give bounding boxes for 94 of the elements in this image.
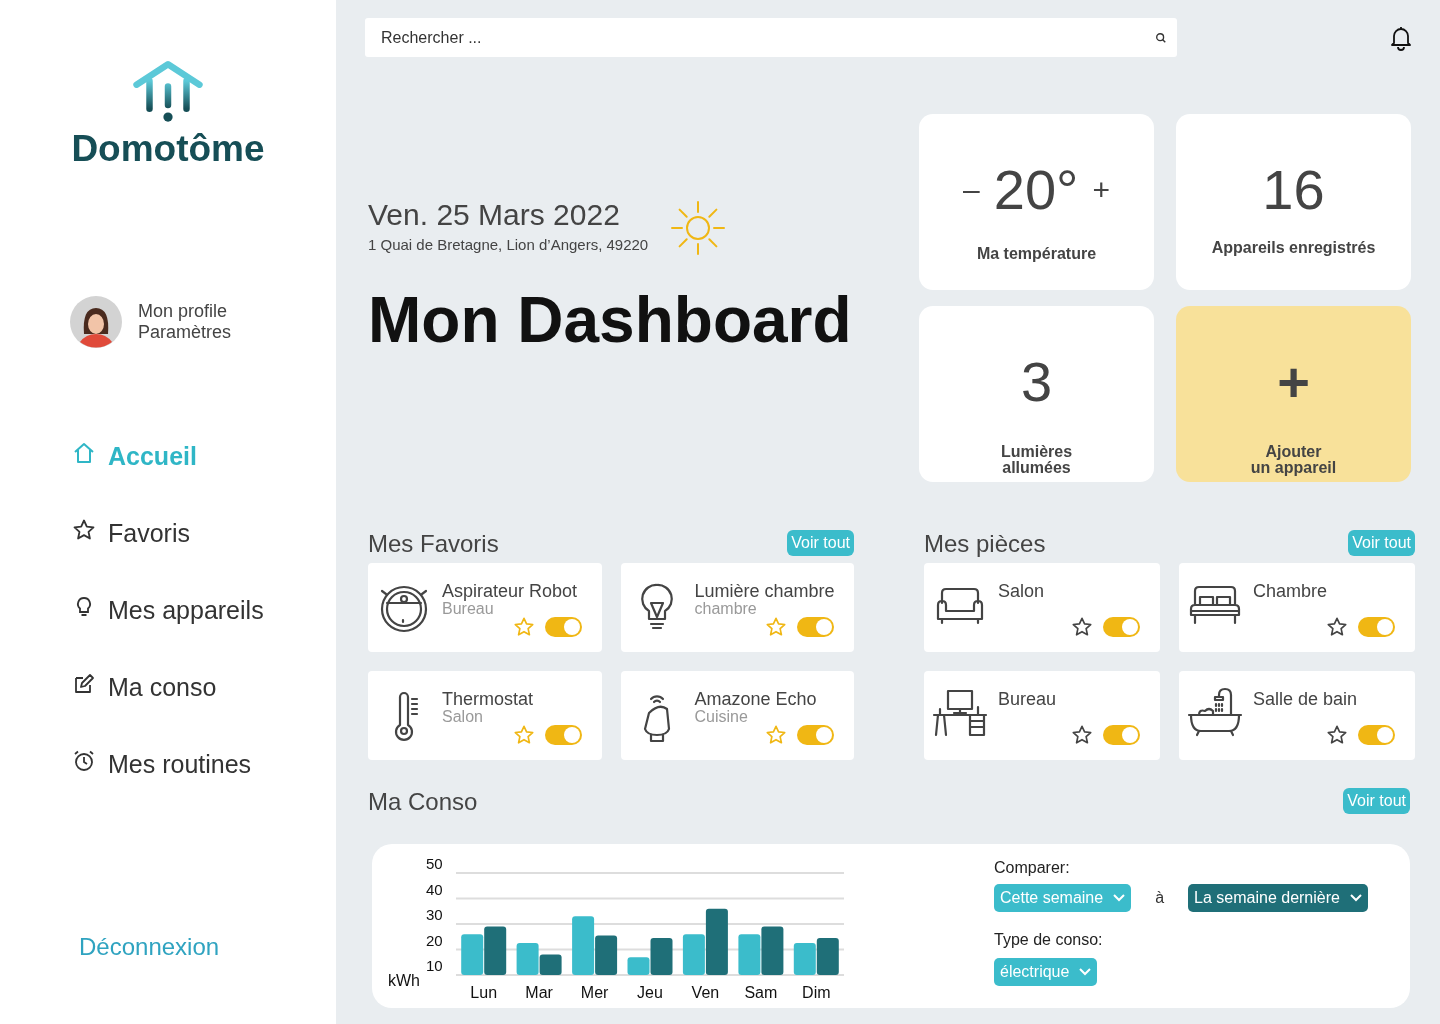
chevron-down-icon <box>1349 894 1362 902</box>
edit-icon <box>72 672 96 696</box>
avatar-icon <box>70 296 122 348</box>
axis-unit-label: kWh <box>388 972 420 989</box>
device-name: Lumière chambre <box>694 581 835 601</box>
section-title: Mes pièces <box>924 532 1046 556</box>
axis-category-label: Mar <box>525 984 553 1001</box>
room-card[interactable]: Bureau <box>924 671 1160 760</box>
star-icon[interactable] <box>1326 616 1348 638</box>
page-title: Mon Dashboard <box>368 288 853 352</box>
axis-category-label: Sam <box>744 984 778 1001</box>
plus-sign: + <box>1277 350 1310 414</box>
axis-tick-label: 40 <box>426 880 443 898</box>
stat-label: Ajouter un appareil <box>1250 444 1337 476</box>
chevron-down-icon <box>1113 894 1126 902</box>
nav-item[interactable]: Ma conso <box>72 669 336 746</box>
axis-category-label: Dim <box>802 984 831 1001</box>
nav-item[interactable]: Mes routines <box>72 746 336 823</box>
device-card[interactable]: Amazone Echo Cuisine <box>620 671 854 760</box>
axis-tick-label: 20 <box>426 931 443 949</box>
add-device-card[interactable]: + Ajouter un appareil <box>1176 306 1411 482</box>
room-card[interactable]: Salle de bain <box>1179 671 1415 760</box>
star-icon <box>72 518 96 542</box>
room-name: Salle de bain <box>1253 689 1358 709</box>
axis-category-label: Jeu <box>637 984 663 1001</box>
section-title: Ma Conso <box>368 790 478 814</box>
room-card[interactable]: Chambre <box>1179 563 1415 652</box>
increase-button[interactable]: + <box>1092 175 1110 205</box>
stat-value: 3 <box>1020 350 1053 414</box>
nav-item[interactable]: Favoris <box>72 515 336 592</box>
device-card[interactable]: Thermostat Salon <box>368 671 602 760</box>
room-name: chambre <box>694 601 758 617</box>
profile-link[interactable]: Mon profile <box>138 301 232 322</box>
decrease-button[interactable]: – <box>963 175 980 205</box>
device-card[interactable]: Aspirateur Robot Bureau <box>368 563 602 652</box>
device-card[interactable]: Lumière chambre chambre <box>620 563 854 652</box>
address-text: 1 Quai de Bretagne, Lion d’Angers, 49220 <box>368 234 649 255</box>
star-icon[interactable] <box>1326 724 1348 746</box>
device-name: Thermostat <box>442 689 534 709</box>
stat-label: Lumières allumées <box>1000 444 1073 476</box>
logo-text: Domotôme <box>71 130 265 167</box>
field-label: Type de conso: <box>994 930 1104 950</box>
home-icon <box>72 441 96 465</box>
room-name: Cuisine <box>694 709 749 725</box>
field-label: Comparer: <box>994 858 1071 878</box>
section-title: Mes Favoris <box>368 532 499 556</box>
star-icon[interactable] <box>1071 724 1093 746</box>
stat-value: 16 <box>1262 158 1325 222</box>
star-icon[interactable] <box>512 616 535 638</box>
toggle-switch[interactable] <box>544 725 582 745</box>
stat-label: Appareils enregistrés <box>1211 240 1376 256</box>
bar <box>738 934 761 975</box>
toggle-switch[interactable] <box>1358 617 1395 637</box>
bar <box>761 926 784 975</box>
toggle-switch[interactable] <box>544 617 582 637</box>
axis-tick-label: 10 <box>426 957 443 974</box>
bell-icon <box>1388 24 1414 51</box>
star-icon[interactable] <box>512 724 535 746</box>
star-icon[interactable] <box>765 616 787 638</box>
temperature-value: 20° <box>993 158 1079 222</box>
alarm-clock-icon <box>72 749 96 773</box>
bar <box>793 943 816 975</box>
room-name: Salon <box>442 709 484 725</box>
search-field[interactable]: Rechercher ... <box>365 18 1177 57</box>
toggle-switch[interactable] <box>1103 725 1140 745</box>
nav-item[interactable]: Mes appareils <box>72 592 336 669</box>
chevron-down-icon <box>1079 968 1092 976</box>
stat-label: Ma température <box>976 246 1097 262</box>
bar <box>816 938 839 975</box>
axis-category-label: Lun <box>470 984 498 1001</box>
bar <box>484 926 507 975</box>
bar <box>461 934 484 975</box>
axis-tick-label: 50 <box>426 855 443 872</box>
settings-link[interactable]: Paramètres <box>138 322 232 343</box>
star-icon[interactable] <box>765 724 787 746</box>
axis-tick-label: 30 <box>426 906 443 923</box>
date-text: Ven. 25 Mars 2022 <box>368 197 620 231</box>
room-name: Chambre <box>1253 581 1328 601</box>
room-name: Bureau <box>442 601 494 617</box>
room-name: Bureau <box>998 689 1057 709</box>
connector-text: à <box>1155 888 1165 908</box>
period-dropdown[interactable]: La semaine dernière <box>1188 884 1368 912</box>
axis-category-label: Mer <box>580 984 609 1001</box>
room-card[interactable]: Salon <box>924 563 1160 652</box>
device-name: Amazone Echo <box>694 689 817 709</box>
axis-category-label: Ven <box>691 984 720 1001</box>
toggle-switch[interactable] <box>1358 725 1395 745</box>
toggle-switch[interactable] <box>797 725 834 745</box>
star-icon[interactable] <box>1071 616 1093 638</box>
device-name: Aspirateur Robot <box>442 581 578 601</box>
toggle-switch[interactable] <box>797 617 834 637</box>
search-icon <box>1155 32 1167 44</box>
room-name: Salon <box>998 581 1045 601</box>
toggle-switch[interactable] <box>1103 617 1140 637</box>
